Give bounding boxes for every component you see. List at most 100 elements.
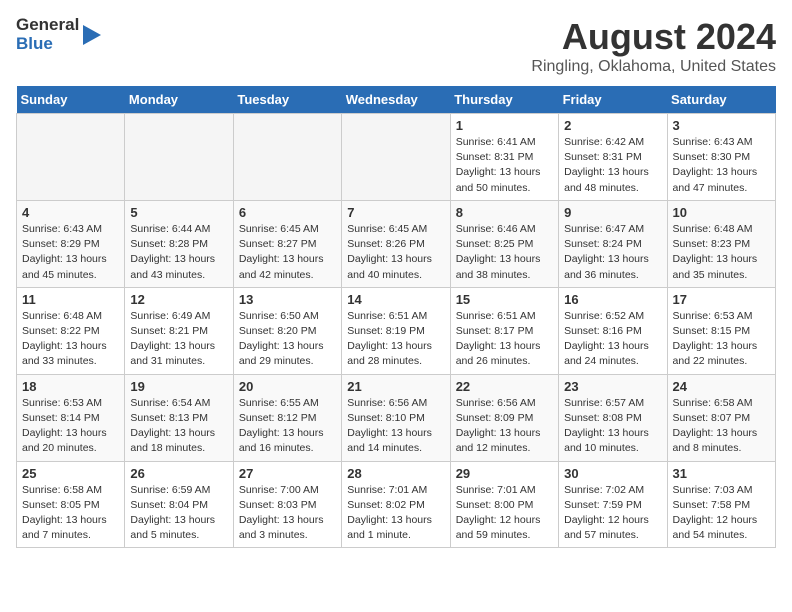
col-wednesday: Wednesday [342, 86, 450, 114]
calendar-cell: 28Sunrise: 7:01 AMSunset: 8:02 PMDayligh… [342, 461, 450, 548]
day-number: 5 [130, 205, 227, 220]
day-detail: Sunrise: 6:53 AMSunset: 8:15 PMDaylight:… [673, 309, 770, 370]
day-number: 11 [22, 292, 119, 307]
title-block: August 2024 Ringling, Oklahoma, United S… [531, 16, 776, 76]
calendar-cell: 30 Sunrise: 7:02 AMSunset: 7:59 PMDayligh… [559, 461, 667, 548]
day-detail: Sunrise: 7:03 AMSunset: 7:58 PMDaylight:… [673, 483, 770, 544]
col-saturday: Saturday [667, 86, 775, 114]
day-number: 24 [673, 379, 770, 394]
day-detail: Sunrise: 7:00 AMSunset: 8:03 PMDaylight:… [239, 483, 336, 544]
calendar-cell: 26 Sunrise: 6:59 AMSunset: 8:04 PMDayligh… [125, 461, 233, 548]
calendar-cell: 6 Sunrise: 6:45 AMSunset: 8:27 PMDaylight… [233, 200, 341, 287]
day-number: 9 [564, 205, 661, 220]
calendar-cell [17, 114, 125, 201]
day-detail: Sunrise: 6:56 AMSunset: 8:10 PMDaylight:… [347, 396, 444, 457]
calendar-cell: 24 Sunrise: 6:58 AMSunset: 8:07 PMDayligh… [667, 374, 775, 461]
day-detail: Sunrise: 6:54 AMSunset: 8:13 PMDaylight:… [130, 396, 227, 457]
calendar-cell: 14 Sunrise: 6:51 AMSunset: 8:19 PMDayligh… [342, 287, 450, 374]
day-detail: Sunrise: 7:01 AMSunset: 8:02 PMDaylight:… [347, 483, 444, 544]
day-number: 22 [456, 379, 553, 394]
day-detail: Sunrise: 6:47 AMSunset: 8:24 PMDaylight:… [564, 222, 661, 283]
calendar-week-2: 4 Sunrise: 6:43 AMSunset: 8:29 PMDaylight… [17, 200, 776, 287]
day-detail: Sunrise: 6:45 AMSunset: 8:26 PMDaylight:… [347, 222, 444, 283]
col-friday: Friday [559, 86, 667, 114]
calendar-cell: 22 Sunrise: 6:56 AMSunset: 8:09 PMDayligh… [450, 374, 558, 461]
day-detail: Sunrise: 6:41 AMSunset: 8:31 PMDaylight:… [456, 135, 553, 196]
calendar-week-4: 18Sunrise: 6:53 AMSunset: 8:14 PMDayligh… [17, 374, 776, 461]
day-number: 6 [239, 205, 336, 220]
calendar-cell: 20 Sunrise: 6:55 AMSunset: 8:12 PMDayligh… [233, 374, 341, 461]
calendar-week-3: 11Sunrise: 6:48 AMSunset: 8:22 PMDayligh… [17, 287, 776, 374]
day-detail: Sunrise: 6:53 AMSunset: 8:14 PMDaylight:… [22, 396, 119, 457]
day-detail: Sunrise: 6:55 AMSunset: 8:12 PMDaylight:… [239, 396, 336, 457]
calendar-subtitle: Ringling, Oklahoma, United States [531, 58, 776, 76]
day-detail: Sunrise: 6:51 AMSunset: 8:17 PMDaylight:… [456, 309, 553, 370]
calendar-cell: 27 Sunrise: 7:00 AMSunset: 8:03 PMDayligh… [233, 461, 341, 548]
calendar-cell: 18Sunrise: 6:53 AMSunset: 8:14 PMDayligh… [17, 374, 125, 461]
day-number: 20 [239, 379, 336, 394]
day-number: 25 [22, 466, 119, 481]
day-detail: Sunrise: 6:43 AMSunset: 8:30 PMDaylight:… [673, 135, 770, 196]
calendar-cell: 12 Sunrise: 6:49 AMSunset: 8:21 PMDayligh… [125, 287, 233, 374]
day-number: 31 [673, 466, 770, 481]
day-number: 16 [564, 292, 661, 307]
day-number: 14 [347, 292, 444, 307]
day-number: 1 [456, 118, 553, 133]
col-monday: Monday [125, 86, 233, 114]
col-tuesday: Tuesday [233, 86, 341, 114]
day-number: 23 [564, 379, 661, 394]
calendar-body: 1 Sunrise: 6:41 AMSunset: 8:31 PMDaylight… [17, 114, 776, 548]
calendar-cell: 10Sunrise: 6:48 AMSunset: 8:23 PMDayligh… [667, 200, 775, 287]
col-sunday: Sunday [17, 86, 125, 114]
calendar-cell: 16Sunrise: 6:52 AMSunset: 8:16 PMDayligh… [559, 287, 667, 374]
calendar-cell [342, 114, 450, 201]
day-number: 2 [564, 118, 661, 133]
calendar-cell: 31 Sunrise: 7:03 AMSunset: 7:58 PMDayligh… [667, 461, 775, 548]
calendar-title: August 2024 [531, 16, 776, 58]
day-number: 12 [130, 292, 227, 307]
calendar-cell: 21 Sunrise: 6:56 AMSunset: 8:10 PMDayligh… [342, 374, 450, 461]
calendar-week-5: 25 Sunrise: 6:58 AMSunset: 8:05 PMDayligh… [17, 461, 776, 548]
calendar-cell: 7 Sunrise: 6:45 AMSunset: 8:26 PMDaylight… [342, 200, 450, 287]
day-number: 7 [347, 205, 444, 220]
day-detail: Sunrise: 6:51 AMSunset: 8:19 PMDaylight:… [347, 309, 444, 370]
day-number: 29 [456, 466, 553, 481]
day-number: 26 [130, 466, 227, 481]
day-detail: Sunrise: 6:50 AMSunset: 8:20 PMDaylight:… [239, 309, 336, 370]
calendar-cell: 3Sunrise: 6:43 AMSunset: 8:30 PMDaylight… [667, 114, 775, 201]
col-thursday: Thursday [450, 86, 558, 114]
calendar-cell: 1 Sunrise: 6:41 AMSunset: 8:31 PMDaylight… [450, 114, 558, 201]
day-number: 21 [347, 379, 444, 394]
day-detail: Sunrise: 7:02 AMSunset: 7:59 PMDaylight:… [564, 483, 661, 544]
logo-blue-text: Blue [16, 35, 79, 54]
day-detail: Sunrise: 6:42 AMSunset: 8:31 PMDaylight:… [564, 135, 661, 196]
day-detail: Sunrise: 6:49 AMSunset: 8:21 PMDaylight:… [130, 309, 227, 370]
day-detail: Sunrise: 6:57 AMSunset: 8:08 PMDaylight:… [564, 396, 661, 457]
calendar-cell [125, 114, 233, 201]
day-number: 4 [22, 205, 119, 220]
day-number: 30 [564, 466, 661, 481]
calendar-cell: 25 Sunrise: 6:58 AMSunset: 8:05 PMDayligh… [17, 461, 125, 548]
day-detail: Sunrise: 6:43 AMSunset: 8:29 PMDaylight:… [22, 222, 119, 283]
calendar-cell: 4 Sunrise: 6:43 AMSunset: 8:29 PMDaylight… [17, 200, 125, 287]
day-detail: Sunrise: 6:56 AMSunset: 8:09 PMDaylight:… [456, 396, 553, 457]
day-detail: Sunrise: 6:46 AMSunset: 8:25 PMDaylight:… [456, 222, 553, 283]
day-detail: Sunrise: 7:01 AMSunset: 8:00 PMDaylight:… [456, 483, 553, 544]
day-detail: Sunrise: 6:58 AMSunset: 8:07 PMDaylight:… [673, 396, 770, 457]
day-number: 15 [456, 292, 553, 307]
header-row: Sunday Monday Tuesday Wednesday Thursday… [17, 86, 776, 114]
calendar-header: Sunday Monday Tuesday Wednesday Thursday… [17, 86, 776, 114]
day-number: 8 [456, 205, 553, 220]
calendar-cell: 2 Sunrise: 6:42 AMSunset: 8:31 PMDaylight… [559, 114, 667, 201]
day-number: 17 [673, 292, 770, 307]
day-detail: Sunrise: 6:48 AMSunset: 8:23 PMDaylight:… [673, 222, 770, 283]
calendar-cell: 5Sunrise: 6:44 AMSunset: 8:28 PMDaylight… [125, 200, 233, 287]
day-detail: Sunrise: 6:45 AMSunset: 8:27 PMDaylight:… [239, 222, 336, 283]
page-header: General Blue August 2024 Ringling, Oklah… [16, 16, 776, 76]
day-detail: Sunrise: 6:58 AMSunset: 8:05 PMDaylight:… [22, 483, 119, 544]
calendar-cell: 15 Sunrise: 6:51 AMSunset: 8:17 PMDayligh… [450, 287, 558, 374]
day-number: 27 [239, 466, 336, 481]
day-detail: Sunrise: 6:59 AMSunset: 8:04 PMDaylight:… [130, 483, 227, 544]
calendar-cell: 17 Sunrise: 6:53 AMSunset: 8:15 PMDayligh… [667, 287, 775, 374]
calendar-cell: 11Sunrise: 6:48 AMSunset: 8:22 PMDayligh… [17, 287, 125, 374]
